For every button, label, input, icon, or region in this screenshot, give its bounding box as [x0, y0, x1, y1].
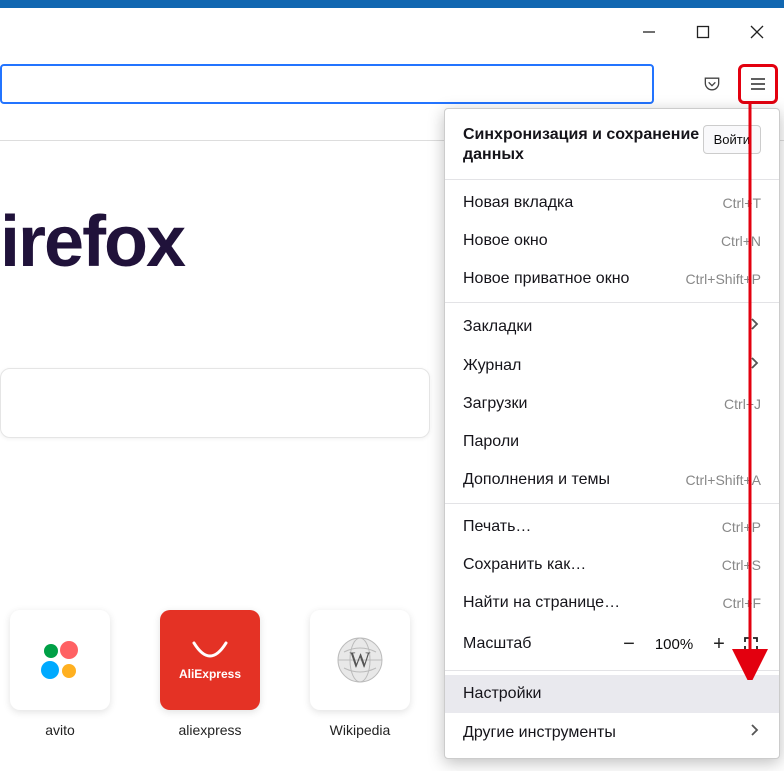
pocket-icon[interactable] — [692, 64, 732, 104]
menu-item-0[interactable]: Новая вкладкаCtrl+T — [445, 184, 779, 222]
menu-item3-1[interactable]: Сохранить как…Ctrl+S — [445, 546, 779, 584]
chevron-right-icon — [747, 356, 761, 375]
fullscreen-button[interactable] — [737, 630, 765, 658]
app-menu: Синхронизация и сохранение данных Войти … — [444, 108, 780, 759]
zoom-in-button[interactable]: + — [705, 630, 733, 658]
zoom-value: 100% — [647, 636, 701, 653]
menu-item2-4[interactable]: Дополнения и темыCtrl+Shift+A — [445, 461, 779, 499]
url-bar[interactable] — [0, 64, 654, 104]
zoom-out-button[interactable]: − — [615, 630, 643, 658]
shortcut-label: aliexpress — [160, 722, 260, 738]
hamburger-menu-button[interactable] — [738, 64, 778, 104]
menu-item-1[interactable]: Новое окноCtrl+N — [445, 222, 779, 260]
menu-more-tools[interactable]: Другие инструменты — [445, 713, 779, 752]
window-close[interactable] — [730, 8, 784, 56]
menu-item-2[interactable]: Новое приватное окноCtrl+Shift+P — [445, 260, 779, 298]
window-maximize[interactable] — [676, 8, 730, 56]
menu-item2-1[interactable]: Журнал — [445, 346, 779, 385]
menu-item2-0[interactable]: Закладки — [445, 307, 779, 346]
shortcut-wikipedia[interactable]: W Wikipedia — [310, 610, 410, 738]
svg-text:W: W — [350, 647, 371, 672]
shortcut-label: avito — [10, 722, 110, 738]
menu-sync[interactable]: Синхронизация и сохранение данных Войти — [445, 115, 779, 175]
window-minimize[interactable] — [622, 8, 676, 56]
menu-item2-2[interactable]: ЗагрузкиCtrl+J — [445, 385, 779, 423]
login-button[interactable]: Войти — [703, 125, 761, 154]
menu-item2-3[interactable]: Пароли — [445, 423, 779, 461]
menu-item3-0[interactable]: Печать…Ctrl+P — [445, 508, 779, 546]
chevron-right-icon — [747, 317, 761, 336]
shortcut-aliexpress[interactable]: AliExpressaliexpress — [160, 610, 260, 738]
menu-settings[interactable]: Настройки — [445, 675, 779, 713]
shortcut-label: Wikipedia — [310, 722, 410, 738]
search-box[interactable] — [0, 368, 430, 438]
menu-zoom: Масштаб − 100% + — [445, 622, 779, 666]
menu-item3-2[interactable]: Найти на странице…Ctrl+F — [445, 584, 779, 622]
chevron-right-icon — [747, 723, 761, 742]
shortcut-avito[interactable]: avito — [10, 610, 110, 738]
